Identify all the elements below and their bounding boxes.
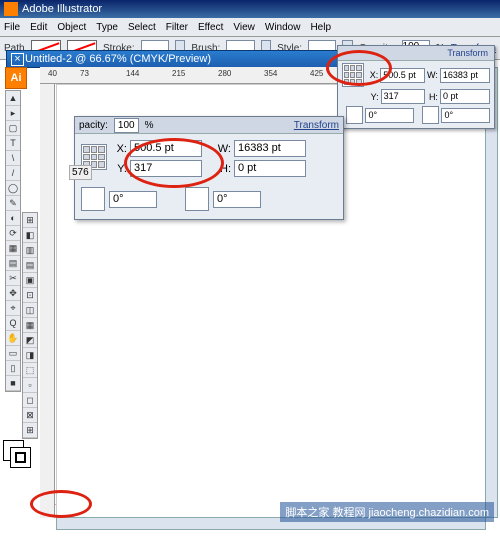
tool2-12[interactable]: ◻ [23,393,37,408]
tool-19[interactable]: ■ [6,376,20,391]
ruler-vertical [40,84,55,518]
w-field-zoom[interactable]: 16383 pt [234,140,306,157]
transform-tab[interactable]: Transform [447,48,488,58]
ruler-tick: 354 [264,69,277,78]
tool2-0[interactable]: ⊞ [23,213,37,228]
fill-stroke-box[interactable] [3,440,31,468]
tool-4[interactable]: \ [6,151,20,166]
x-label-zoom: X: [111,143,127,155]
tool-6[interactable]: ◯ [6,181,20,196]
menu-file[interactable]: File [4,22,20,33]
tool-12[interactable]: ✂ [6,271,20,286]
x-field-zoom[interactable]: 500.5 pt [130,140,202,157]
document-tab-title: Untitled-2 @ 66.67% (CMYK/Preview) [25,53,211,65]
x-label: X: [368,70,379,80]
ruler-tick: 40 [48,69,57,78]
ruler-y-576: 576 [69,165,92,180]
y-field[interactable]: 317 [381,89,426,104]
rotate-icon-zoom[interactable] [81,187,105,211]
transform-panel-zoom: pacity: 100 % Transform X: 500.5 pt W: 1… [74,116,344,220]
tool2-2[interactable]: ▥ [23,243,37,258]
tool-17[interactable]: ▭ [6,346,20,361]
tool-5[interactable]: / [6,166,20,181]
tool2-8[interactable]: ◩ [23,333,37,348]
scrollbar-vertical[interactable] [485,67,498,518]
tool-14[interactable]: ⌖ [6,301,20,316]
w-label-zoom: W: [215,143,231,155]
tool2-7[interactable]: ▦ [23,318,37,333]
menu-help[interactable]: Help [310,22,331,33]
menu-select[interactable]: Select [128,22,156,33]
rotate-field[interactable]: 0° [365,108,414,123]
tool-11[interactable]: ▤ [6,256,20,271]
shear-field-zoom[interactable]: 0° [213,191,261,208]
h-label-zoom: H: [215,163,231,175]
tool2-4[interactable]: ▣ [23,273,37,288]
transform-link-zoom[interactable]: Transform [294,120,339,131]
tool2-9[interactable]: ◨ [23,348,37,363]
y-label-zoom: Y: [111,163,127,175]
app-title-bar: Adobe Illustrator [0,0,500,18]
shear-icon[interactable] [422,106,439,124]
menu-edit[interactable]: Edit [30,22,47,33]
shear-icon-zoom[interactable] [185,187,209,211]
shear-field[interactable]: 0° [441,108,490,123]
document-close-button[interactable]: × [11,53,24,66]
tool-1[interactable]: ▸ [6,106,20,121]
h-field[interactable]: 0 pt [440,89,490,104]
tool-15[interactable]: Q [6,316,20,331]
h-label: H: [427,92,438,102]
w-label: W: [427,70,438,80]
tool2-10[interactable]: ⬚ [23,363,37,378]
toolbox: ▲▸▢T\/◯✎◐⟳▦▤✂✥⌖Q✋▭▯■ [5,90,21,392]
tool2-14[interactable]: ⊞ [23,423,37,438]
tool-2[interactable]: ▢ [6,121,20,136]
transform-panel-small[interactable]: Transform X: 500.5 pt W: 16383 pt Y: 317… [337,45,495,129]
tool-0[interactable]: ▲ [6,91,20,106]
rotate-field-zoom[interactable]: 0° [109,191,157,208]
opacity-label-crop: pacity: [79,120,108,131]
y-field-zoom[interactable]: 317 [130,160,202,177]
ruler-tick: 425 [310,69,323,78]
ruler-tick: 280 [218,69,231,78]
tool-18[interactable]: ▯ [6,361,20,376]
tool2-1[interactable]: ◧ [23,228,37,243]
y-label: Y: [368,92,379,102]
ruler-tick: 73 [80,69,89,78]
tool-10[interactable]: ▦ [6,241,20,256]
ai-logo-icon: Ai [5,67,27,89]
menu-object[interactable]: Object [57,22,86,33]
tool2-6[interactable]: ◫ [23,303,37,318]
ruler-tick: 215 [172,69,185,78]
menu-type[interactable]: Type [96,22,118,33]
ruler-tick: 144 [126,69,139,78]
opacity-value-zoom[interactable]: 100 [114,118,139,133]
h-field-zoom[interactable]: 0 pt [234,160,306,177]
menu-view[interactable]: View [233,22,255,33]
tool-9[interactable]: ⟳ [6,226,20,241]
tool-3[interactable]: T [6,136,20,151]
stroke-swatch-box[interactable] [10,447,31,468]
menu-window[interactable]: Window [265,22,301,33]
x-field[interactable]: 500.5 pt [380,68,425,83]
tool-8[interactable]: ◐ [6,211,20,226]
toolbox-secondary: ⊞◧▥▤▣⊡◫▦◩◨⬚▫◻⊠⊞ [22,212,38,439]
tool-16[interactable]: ✋ [6,331,20,346]
menu-filter[interactable]: Filter [166,22,188,33]
tool2-13[interactable]: ⊠ [23,408,37,423]
tool-7[interactable]: ✎ [6,196,20,211]
opacity-unit-zoom: % [145,120,154,131]
tool-13[interactable]: ✥ [6,286,20,301]
tool2-11[interactable]: ▫ [23,378,37,393]
app-icon [4,2,18,16]
tool2-3[interactable]: ▤ [23,258,37,273]
tool2-5[interactable]: ⊡ [23,288,37,303]
watermark-text: 脚本之家 教程网 jiaocheng.chazidian.com [280,502,494,522]
app-title: Adobe Illustrator [22,0,102,18]
w-field[interactable]: 16383 pt [440,68,490,83]
rotate-icon[interactable] [346,106,363,124]
reference-point-icon[interactable] [342,63,364,87]
menu-effect[interactable]: Effect [198,22,223,33]
menu-bar: File Edit Object Type Select Filter Effe… [0,18,500,37]
